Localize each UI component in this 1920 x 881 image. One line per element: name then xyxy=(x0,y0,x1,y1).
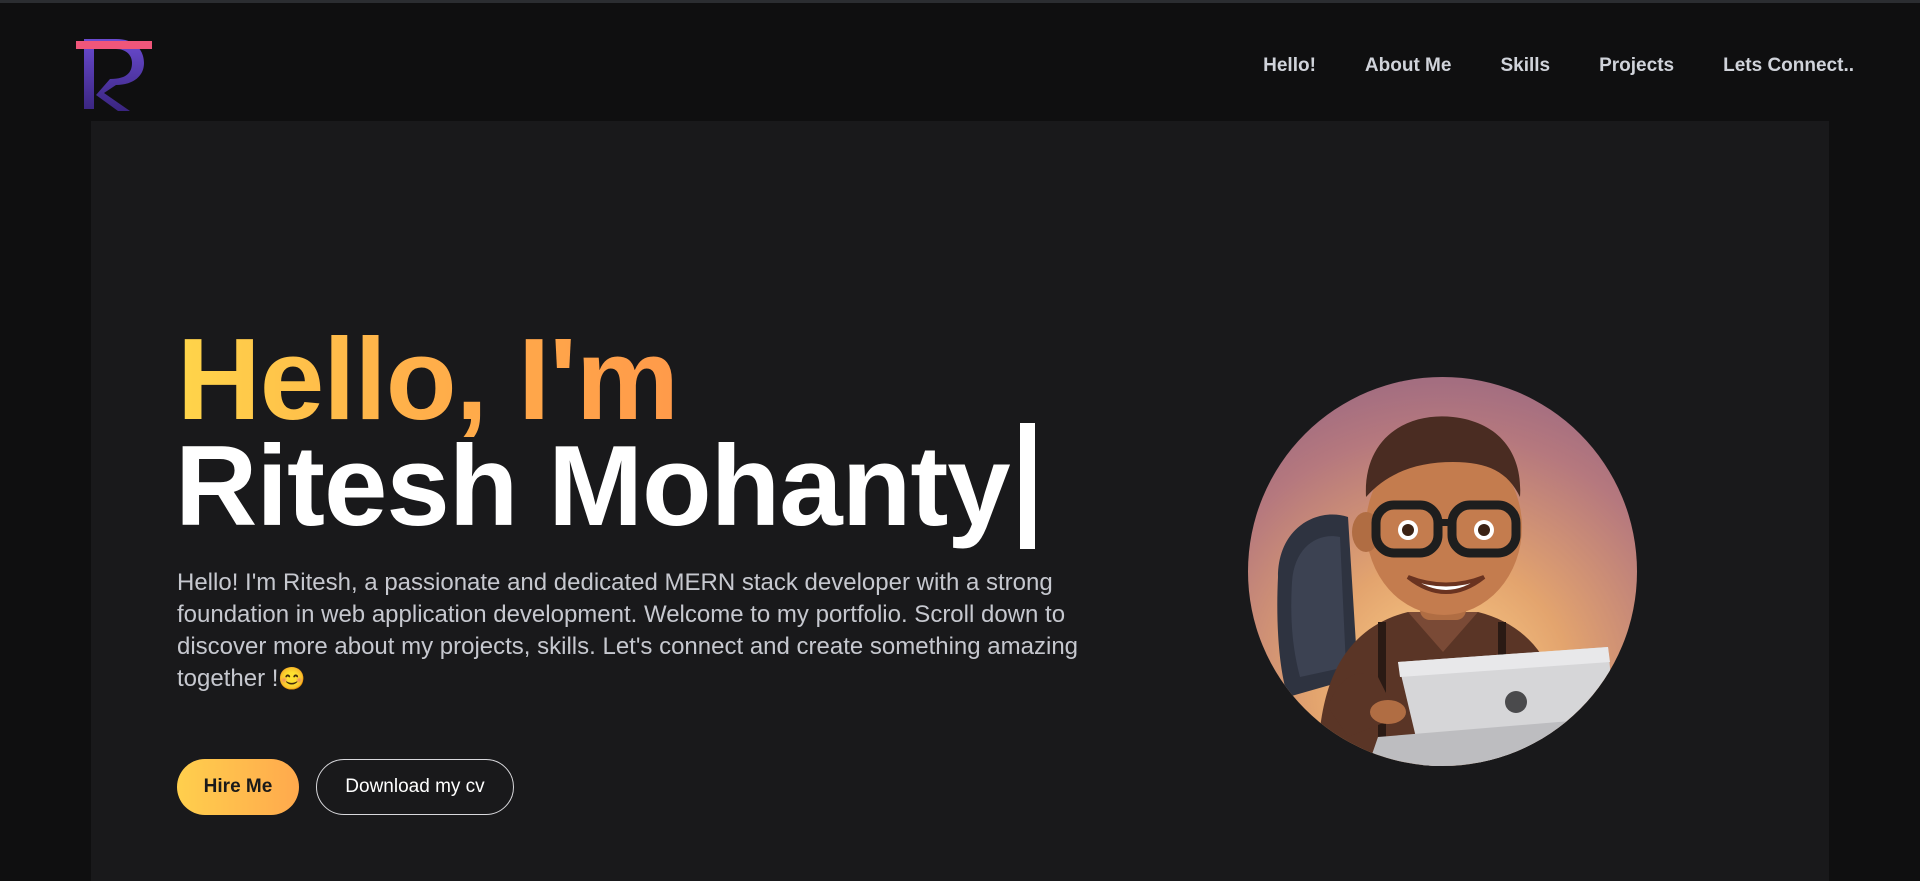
intro-text: Hello! I'm Ritesh, a passionate and dedi… xyxy=(177,569,1079,692)
nav-link-connect[interactable]: Lets Connect.. xyxy=(1723,55,1854,77)
name-heading: Ritesh Mohanty xyxy=(175,423,1035,549)
hire-me-button[interactable]: Hire Me xyxy=(177,759,299,815)
nav-link-projects[interactable]: Projects xyxy=(1599,55,1674,77)
nav-link-skills[interactable]: Skills xyxy=(1500,55,1550,77)
nav-link-about[interactable]: About Me xyxy=(1365,55,1452,77)
typing-cursor xyxy=(1019,423,1035,549)
avatar-illustration-icon xyxy=(1277,416,1628,766)
hero-section: Hello, I'm Ritesh Mohanty Hello! I'm Rit… xyxy=(91,121,1829,881)
logo-icon[interactable] xyxy=(70,19,158,114)
nav-links: Hello! About Me Skills Projects Lets Con… xyxy=(1214,55,1854,77)
navbar: Hello! About Me Skills Projects Lets Con… xyxy=(0,3,1920,121)
nav-link-hello[interactable]: Hello! xyxy=(1263,55,1316,77)
greeting-heading: Hello, I'm xyxy=(177,314,679,444)
download-cv-button[interactable]: Download my cv xyxy=(316,759,514,815)
name-text: Ritesh Mohanty xyxy=(175,423,1011,550)
intro-paragraph: Hello! I'm Ritesh, a passionate and dedi… xyxy=(177,567,1107,695)
smile-emoji: 😊 xyxy=(278,666,306,691)
avatar xyxy=(1248,377,1637,766)
